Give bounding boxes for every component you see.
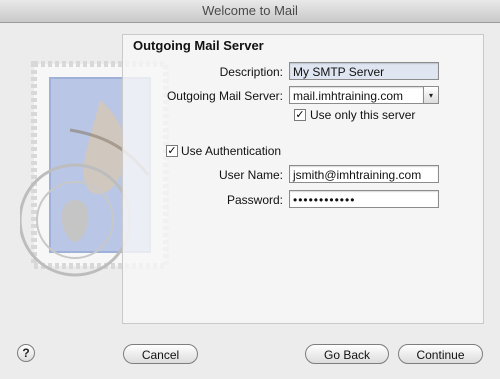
password-field[interactable]: •••••••••••• [289,190,439,208]
go-back-button[interactable]: Go Back [305,344,389,364]
cancel-button[interactable]: Cancel [123,344,198,364]
help-button[interactable]: ? [17,344,35,362]
chevron-down-icon: ▾ [428,91,433,100]
section-heading: Outgoing Mail Server [133,38,264,53]
use-authentication-checkbox[interactable]: ✓ [166,145,178,157]
username-field[interactable]: jsmith@imhtraining.com [289,165,439,183]
checkmark-icon: ✓ [167,145,177,157]
description-label: Description: [219,65,283,79]
checkmark-icon: ✓ [295,109,305,121]
server-combo-field[interactable]: mail.imhtraining.com [289,86,424,104]
mail-setup-window: Welcome to Mail Outgoing Mail Server Des… [0,0,500,379]
use-only-server-checkbox[interactable]: ✓ [294,109,306,121]
window-title: Welcome to Mail [0,0,500,23]
continue-button[interactable]: Continue [398,344,483,364]
use-only-server-label: Use only this server [310,108,416,122]
username-label: User Name: [218,168,283,182]
postmark-icon [20,163,130,277]
description-field[interactable]: My SMTP Server [289,62,439,80]
server-label: Outgoing Mail Server: [166,89,283,103]
use-authentication-label: Use Authentication [181,144,282,158]
server-dropdown-button[interactable]: ▾ [423,86,439,104]
password-label: Password: [226,193,283,207]
